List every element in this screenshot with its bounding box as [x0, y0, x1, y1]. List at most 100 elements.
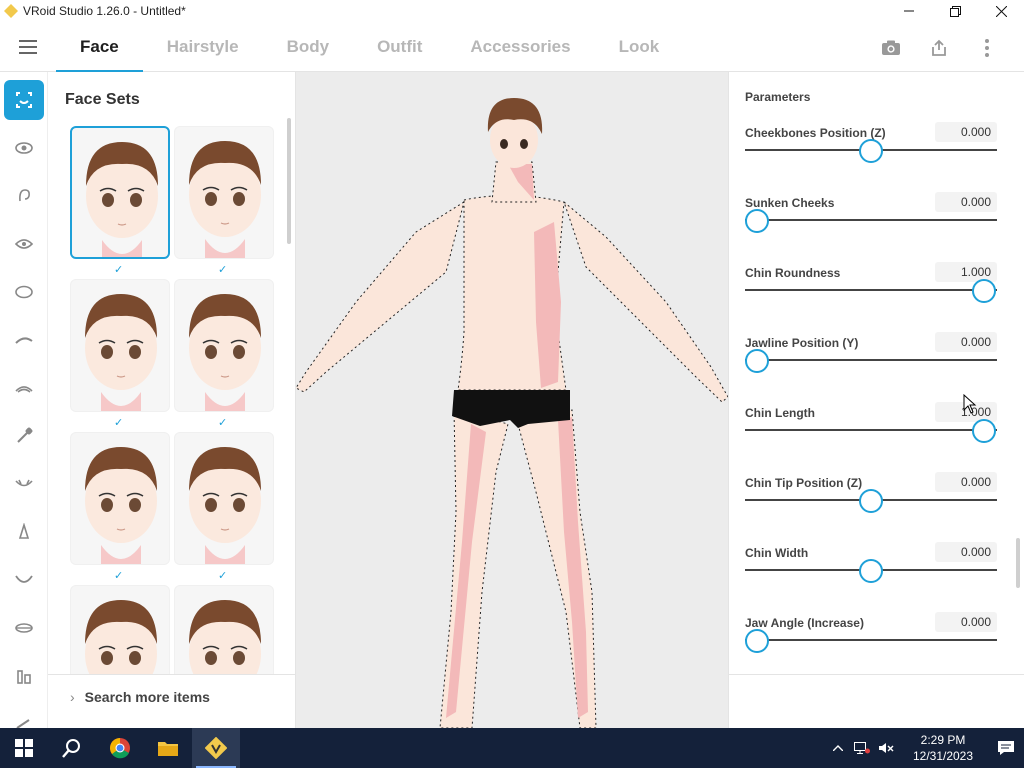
slider-handle[interactable]: [858, 559, 883, 583]
hamburger-menu-icon[interactable]: [14, 36, 42, 58]
model-viewport[interactable]: [296, 72, 728, 728]
mouth-icon[interactable]: [4, 464, 44, 504]
tab-hairstyle[interactable]: Hairstyle: [143, 22, 263, 72]
slider-handle[interactable]: [745, 349, 769, 373]
face-set-thumbnail[interactable]: [70, 279, 170, 412]
parameter-label: Chin Roundness: [745, 266, 841, 280]
windows-start-icon[interactable]: [0, 728, 48, 768]
tab-body[interactable]: Body: [263, 22, 354, 72]
parameter-value-input[interactable]: 0.000: [935, 332, 997, 352]
face-set-item[interactable]: ✓: [174, 126, 274, 276]
slider-handle[interactable]: [745, 629, 769, 653]
face-set-item[interactable]: ✓: [174, 432, 274, 582]
slider-track[interactable]: [745, 429, 997, 431]
character-model: [296, 98, 728, 728]
face-set-item[interactable]: ✓: [174, 279, 274, 429]
taskbar-clock[interactable]: 2:29 PM 12/31/2023: [904, 732, 982, 764]
face-set-thumbnail[interactable]: [70, 585, 170, 674]
category-rail: [0, 72, 48, 729]
face-set-icon[interactable]: [4, 80, 44, 120]
search-icon[interactable]: [48, 728, 96, 768]
face-outline-icon[interactable]: [4, 272, 44, 312]
clock-time: 2:29 PM: [920, 733, 966, 747]
parameter-row: Sunken Cheeks 0.000: [745, 192, 997, 256]
face-set-item[interactable]: [174, 585, 274, 674]
chrome-icon[interactable]: [96, 728, 144, 768]
slider-track[interactable]: [745, 359, 997, 361]
parameter-value-input[interactable]: 0.000: [935, 122, 997, 142]
slider-handle[interactable]: [972, 419, 996, 443]
vroid-studio-icon[interactable]: [192, 728, 240, 768]
body-icon[interactable]: [4, 656, 44, 696]
face-sets-panel: Face Sets ✓ ✓ ✓ ✓ ✓ ✓ › Search more items: [48, 72, 296, 728]
slider-track[interactable]: [745, 219, 997, 221]
tab-face[interactable]: Face: [56, 22, 143, 73]
parameter-row: Chin Roundness 1.000: [745, 262, 997, 326]
lips-icon[interactable]: [4, 608, 44, 648]
tab-look[interactable]: Look: [595, 22, 684, 72]
close-icon[interactable]: [978, 0, 1024, 22]
parameters-scrollbar[interactable]: [1016, 538, 1020, 588]
file-explorer-icon[interactable]: [144, 728, 192, 768]
ear-icon[interactable]: [4, 176, 44, 216]
parameter-value-input[interactable]: 0.000: [935, 472, 997, 492]
chevron-right-icon: ›: [70, 688, 75, 705]
face-set-thumbnail[interactable]: [174, 432, 274, 565]
parameter-label: Jawline Position (Y): [745, 336, 859, 350]
face-set-item[interactable]: ✓: [70, 126, 170, 276]
slider-handle[interactable]: [858, 139, 883, 163]
mouse-cursor-icon: [963, 394, 977, 414]
tab-outfit[interactable]: Outfit: [353, 22, 446, 72]
face-set-thumbnail[interactable]: [174, 585, 274, 674]
check-icon: ✓: [218, 417, 228, 429]
nose-icon[interactable]: [4, 512, 44, 552]
parameter-row: Chin Length 1.000: [745, 402, 997, 466]
notification-icon[interactable]: [988, 728, 1024, 768]
tab-accessories[interactable]: Accessories: [446, 22, 594, 72]
parameter-value-input[interactable]: 0.000: [935, 542, 997, 562]
eyebrow-icon[interactable]: [4, 320, 44, 360]
face-sets-scrollbar[interactable]: [287, 118, 291, 244]
slider-track[interactable]: [745, 639, 997, 641]
chevron-up-icon[interactable]: [826, 728, 850, 768]
parameter-label: Chin Tip Position (Z): [745, 476, 863, 490]
parameter-label: Chin Length: [745, 406, 815, 420]
slider-track[interactable]: [745, 289, 997, 291]
slider-handle[interactable]: [858, 489, 883, 513]
eye-shape-icon[interactable]: [4, 224, 44, 264]
slider-handle[interactable]: [745, 209, 769, 233]
face-set-item[interactable]: ✓: [70, 432, 170, 582]
search-more-items-button[interactable]: › Search more items: [48, 674, 296, 718]
face-sets-title: Face Sets: [65, 91, 140, 108]
face-set-thumbnail[interactable]: [70, 432, 170, 565]
clock-date: 12/31/2023: [912, 749, 974, 763]
eye-icon[interactable]: [4, 128, 44, 168]
chin-icon[interactable]: [4, 560, 44, 600]
eyelash-icon[interactable]: [4, 368, 44, 408]
network-icon[interactable]: [850, 728, 874, 768]
vroid-logo-icon: [4, 4, 18, 18]
parameter-row: Cheekbones Position (Z) 0.000: [745, 122, 997, 186]
face-set-thumbnail[interactable]: [70, 126, 170, 259]
parameter-row: Jaw Angle (Increase) 0.000: [745, 612, 997, 676]
top-navigation: Face Hairstyle Body Outfit Accessories L…: [0, 22, 1024, 73]
parameter-value-input[interactable]: 0.000: [935, 192, 997, 212]
parameter-row: Chin Width 0.000: [745, 542, 997, 606]
eyedropper-icon[interactable]: [4, 416, 44, 456]
export-icon[interactable]: [926, 35, 952, 61]
windows-taskbar: 2:29 PM 12/31/2023: [0, 728, 1024, 768]
panel-divider: [729, 674, 1024, 675]
parameters-title: Parameters: [745, 90, 811, 104]
slider-handle[interactable]: [972, 279, 996, 303]
face-set-item[interactable]: ✓: [70, 279, 170, 429]
volume-muted-icon[interactable]: [874, 728, 898, 768]
parameters-panel: Parameters Cheekbones Position (Z) 0.000 S…: [728, 72, 1024, 728]
face-set-item[interactable]: [70, 585, 170, 674]
face-set-thumbnail[interactable]: [174, 126, 274, 259]
more-options-icon[interactable]: [974, 35, 1000, 61]
minimize-icon[interactable]: [886, 0, 932, 22]
face-set-thumbnail[interactable]: [174, 279, 274, 412]
camera-icon[interactable]: [878, 35, 904, 61]
maximize-icon[interactable]: [932, 0, 978, 22]
parameter-value-input[interactable]: 0.000: [935, 612, 997, 632]
